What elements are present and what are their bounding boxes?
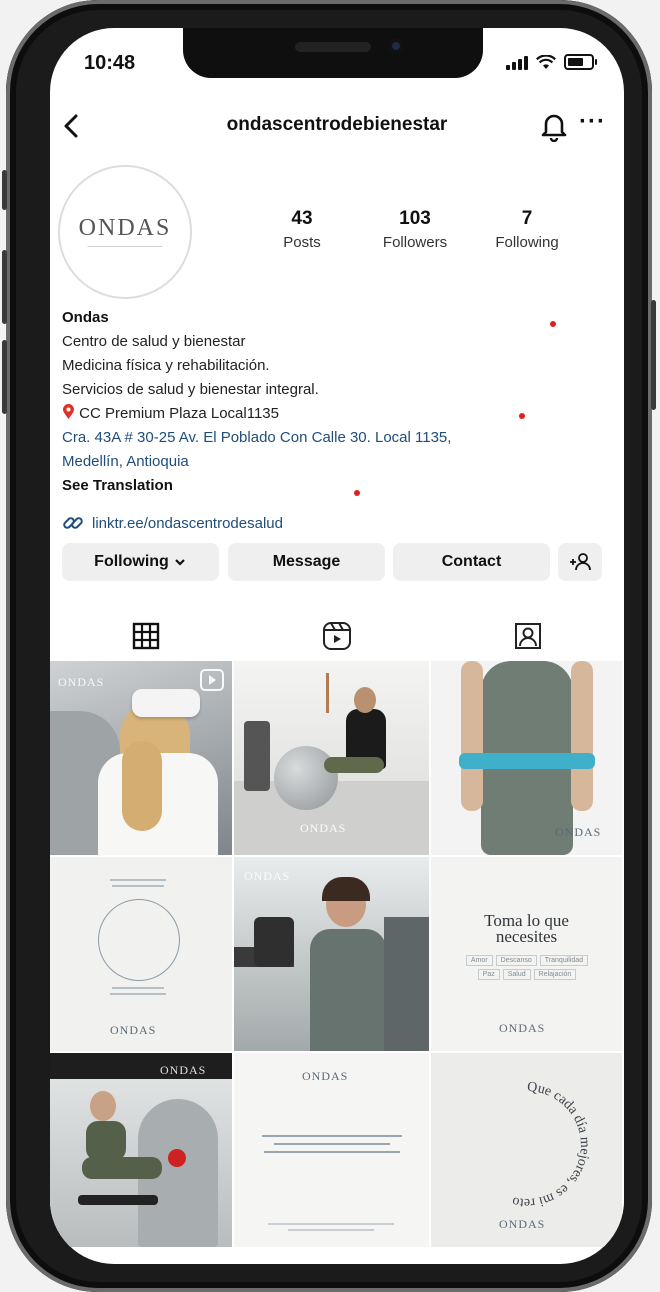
post-watermark: ONDAS bbox=[499, 1021, 546, 1035]
post-thumbnail[interactable]: Que cada día mejores, es mi reto ONDAS bbox=[431, 1053, 622, 1247]
phone-frame: 10:48 ondascentrodebienestar ··· ONDAS —… bbox=[2, 0, 656, 1292]
status-time: 10:48 bbox=[84, 52, 136, 74]
speaker bbox=[295, 42, 371, 52]
posts-grid: ONDAS ONDAS ONDAS ONDAS ONDAS Toma lo qu… bbox=[50, 661, 624, 1247]
svg-text:Que cada día mejores, es mi re: Que cada día mejores, es mi reto bbox=[511, 1080, 592, 1210]
decorative-dot bbox=[519, 413, 525, 419]
tagged-icon bbox=[514, 623, 541, 649]
profile-bio: Ondas Centro de salud y bienestar Medici… bbox=[62, 306, 612, 498]
avatar-logo-line: ——————————————— bbox=[87, 243, 163, 250]
stat-label: Following bbox=[495, 234, 559, 251]
bell-icon[interactable] bbox=[540, 110, 568, 147]
ring-text-graphic: Que cada día mejores, es mi reto bbox=[511, 1080, 592, 1210]
post-watermark: ONDAS bbox=[300, 821, 347, 835]
chevron-down-icon bbox=[175, 559, 185, 566]
mute-switch bbox=[2, 170, 7, 210]
decorative-dot bbox=[550, 321, 556, 327]
following-label: Following bbox=[94, 553, 169, 570]
power-button bbox=[651, 300, 656, 410]
tab-reels[interactable] bbox=[241, 613, 432, 659]
see-translation-link[interactable]: See Translation bbox=[62, 474, 612, 498]
grid-icon bbox=[132, 622, 159, 650]
post-watermark: ONDAS bbox=[555, 825, 602, 839]
battery-icon bbox=[564, 54, 597, 70]
bio-line: Medicina física y rehabilitación. bbox=[62, 357, 270, 374]
post-thumbnail[interactable]: ONDAS bbox=[234, 661, 429, 855]
post-tag: Paz bbox=[477, 969, 500, 980]
post-tag: Salud bbox=[502, 969, 531, 980]
post-thumbnail[interactable]: ONDAS bbox=[50, 661, 232, 855]
post-tag: Relajación bbox=[533, 969, 577, 980]
reel-icon bbox=[200, 669, 224, 691]
post-title: Toma lo que necesites bbox=[431, 912, 622, 946]
bio-location: CC Premium Plaza Local1135 bbox=[62, 402, 612, 426]
post-thumbnail[interactable]: ONDAS bbox=[431, 661, 622, 855]
status-icons bbox=[506, 54, 597, 70]
profile-username: ondascentrodebienestar bbox=[226, 114, 448, 135]
pin-icon bbox=[63, 404, 74, 419]
add-user-button[interactable] bbox=[558, 543, 602, 581]
post-tag: Amor bbox=[465, 955, 493, 966]
link-icon bbox=[63, 517, 83, 529]
bio-line: Centro de salud y bienestar bbox=[62, 333, 246, 350]
post-watermark: ONDAS bbox=[244, 869, 291, 883]
following-button[interactable]: Following bbox=[62, 543, 219, 581]
avatar-logo-text: ONDAS bbox=[78, 214, 172, 241]
reels-icon bbox=[322, 622, 351, 650]
stat-value: 103 bbox=[399, 208, 431, 229]
profile-header: ondascentrodebienestar ··· bbox=[50, 106, 624, 146]
tab-tagged[interactable] bbox=[432, 613, 623, 659]
stat-posts[interactable]: 43 Posts bbox=[247, 208, 357, 251]
decorative-dot bbox=[354, 490, 360, 496]
profile-link[interactable]: linktr.ee/ondascentrodesalud bbox=[62, 512, 283, 534]
post-thumbnail[interactable]: ONDAS bbox=[50, 857, 232, 1051]
volume-up-button bbox=[2, 250, 7, 324]
add-user-icon bbox=[570, 553, 591, 571]
stat-value: 43 bbox=[291, 208, 313, 229]
post-watermark: ONDAS bbox=[58, 675, 105, 689]
post-tags: Amor Descanso Tranquilidad Paz Salud Rel… bbox=[455, 955, 599, 980]
more-horizontal-icon[interactable]: ··· bbox=[579, 106, 606, 138]
post-watermark: ONDAS bbox=[302, 1069, 349, 1083]
bio-line: Servicios de salud y bienestar integral. bbox=[62, 381, 319, 398]
address-line[interactable]: Medellín, Antioquia bbox=[62, 450, 612, 474]
address-line[interactable]: Cra. 43A # 30-25 Av. El Poblado Con Call… bbox=[62, 426, 612, 450]
post-tag: Descanso bbox=[495, 955, 537, 966]
post-title-line: necesites bbox=[495, 927, 558, 946]
location-text: CC Premium Plaza Local1135 bbox=[79, 405, 279, 422]
post-thumbnail[interactable]: Toma lo que necesites Amor Descanso Tran… bbox=[431, 857, 622, 1051]
stat-label: Posts bbox=[283, 234, 321, 251]
status-bar: 10:48 bbox=[50, 52, 624, 82]
post-thumbnail[interactable]: ONDAS bbox=[234, 857, 429, 1051]
post-tag: Tranquilidad bbox=[539, 955, 589, 966]
stat-label: Followers bbox=[382, 234, 448, 251]
tab-grid[interactable] bbox=[50, 613, 241, 659]
message-button[interactable]: Message bbox=[228, 543, 385, 581]
post-watermark: ONDAS bbox=[160, 1063, 207, 1077]
front-camera bbox=[389, 39, 403, 53]
link-text: linktr.ee/ondascentrodesalud bbox=[92, 514, 283, 532]
stat-followers[interactable]: 103 Followers bbox=[360, 208, 470, 251]
post-thumbnail[interactable]: ONDAS bbox=[50, 1053, 232, 1247]
screen: 10:48 ondascentrodebienestar ··· ONDAS —… bbox=[50, 28, 624, 1264]
post-thumbnail[interactable]: ONDAS bbox=[234, 1053, 429, 1247]
profile-actions: Following Message Contact bbox=[62, 543, 602, 583]
stat-following[interactable]: 7 Following bbox=[472, 208, 582, 251]
profile-name: Ondas bbox=[62, 309, 109, 326]
signal-bars-icon bbox=[506, 54, 528, 70]
post-watermark: ONDAS bbox=[499, 1217, 546, 1231]
post-watermark: ONDAS bbox=[110, 1023, 157, 1037]
wifi-icon bbox=[536, 54, 556, 69]
ring-text: Que cada día mejores, es mi reto bbox=[511, 1080, 592, 1210]
profile-tabs bbox=[50, 613, 624, 662]
avatar[interactable]: ONDAS ——————————————— bbox=[58, 165, 192, 299]
contact-button[interactable]: Contact bbox=[393, 543, 550, 581]
volume-down-button bbox=[2, 340, 7, 414]
stat-value: 7 bbox=[521, 208, 533, 229]
